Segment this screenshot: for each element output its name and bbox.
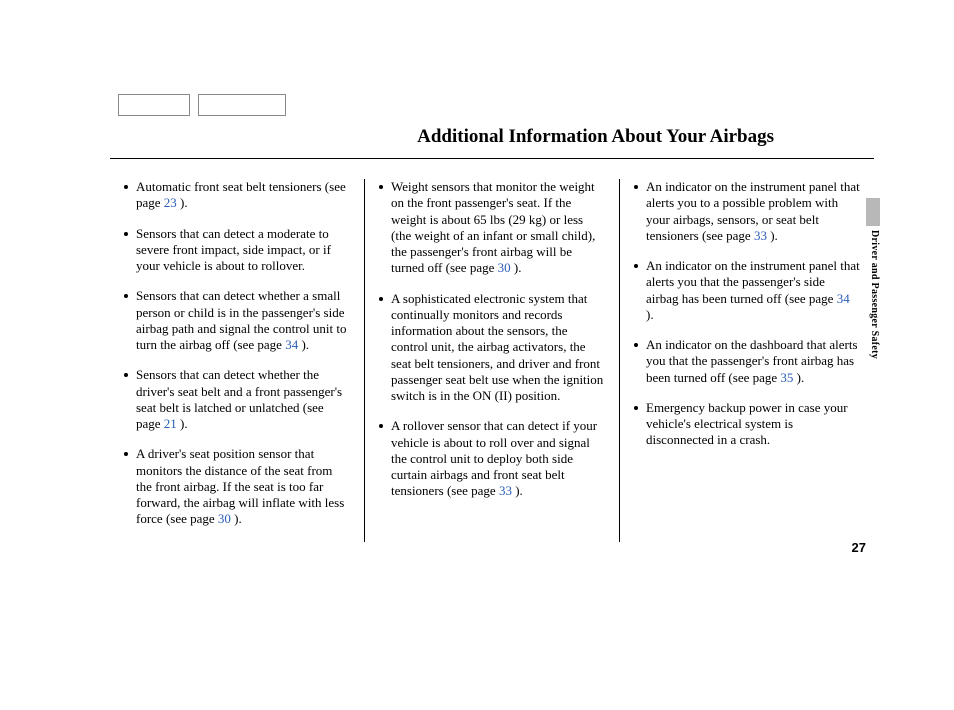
page-number: 27	[852, 540, 866, 555]
item-text-tail: ).	[514, 260, 522, 275]
list-item: Automatic front seat belt tensioners (se…	[124, 179, 350, 212]
item-text: Sensors that can detect whether a small …	[136, 288, 346, 352]
list-item: Sensors that can detect whether a small …	[124, 288, 350, 353]
column-2: Weight sensors that monitor the weight o…	[364, 179, 620, 542]
item-text-tail: ).	[770, 228, 778, 243]
item-text: An indicator on the dashboard that alert…	[646, 337, 858, 385]
page-ref-link[interactable]: 33	[754, 228, 770, 243]
item-text: A sophisticated electronic system that c…	[391, 291, 603, 404]
page-ref-link[interactable]: 30	[498, 260, 514, 275]
list-item: Sensors that can detect whether the driv…	[124, 367, 350, 432]
item-text: Emergency backup power in case your vehi…	[646, 400, 848, 448]
page-ref-link[interactable]: 34	[285, 337, 301, 352]
item-text-tail: ).	[646, 307, 654, 322]
item-text-tail: ).	[180, 416, 188, 431]
heading-rule	[110, 158, 874, 159]
nav-buttons-row	[118, 94, 286, 116]
page-ref-link[interactable]: 35	[780, 370, 796, 385]
list-item: A driver's seat position sensor that mon…	[124, 446, 350, 527]
column-3: An indicator on the instrument panel tha…	[620, 179, 874, 542]
list-item: An indicator on the instrument panel tha…	[634, 179, 860, 244]
list-item: Weight sensors that monitor the weight o…	[379, 179, 605, 277]
item-text: An indicator on the instrument panel tha…	[646, 179, 860, 243]
page-ref-link[interactable]: 33	[499, 483, 515, 498]
nav-button-1[interactable]	[118, 94, 190, 116]
list-item: A rollover sensor that can detect if you…	[379, 418, 605, 499]
page-ref-link[interactable]: 21	[164, 416, 180, 431]
item-text: Weight sensors that monitor the weight o…	[391, 179, 595, 275]
list-item: Sensors that can detect a moderate to se…	[124, 226, 350, 275]
item-text: Sensors that can detect a moderate to se…	[136, 226, 331, 274]
list-item: An indicator on the dashboard that alert…	[634, 337, 860, 386]
page-ref-link[interactable]: 30	[218, 511, 234, 526]
item-text: A rollover sensor that can detect if you…	[391, 418, 597, 498]
item-text: An indicator on the instrument panel tha…	[646, 258, 860, 306]
content-columns: Automatic front seat belt tensioners (se…	[110, 179, 874, 542]
item-text-tail: ).	[797, 370, 805, 385]
page-ref-link[interactable]: 23	[164, 195, 180, 210]
list-item: A sophisticated electronic system that c…	[379, 291, 605, 405]
list-item: Emergency backup power in case your vehi…	[634, 400, 860, 449]
section-label: Driver and Passenger Safety	[869, 230, 880, 359]
list-item: An indicator on the instrument panel tha…	[634, 258, 860, 323]
section-tab-indicator	[866, 198, 880, 226]
page-ref-link[interactable]: 34	[837, 291, 850, 306]
column-1: Automatic front seat belt tensioners (se…	[110, 179, 364, 542]
item-text-tail: ).	[515, 483, 523, 498]
item-text-tail: ).	[301, 337, 309, 352]
item-text-tail: ).	[180, 195, 188, 210]
nav-button-2[interactable]	[198, 94, 286, 116]
item-text-tail: ).	[234, 511, 242, 526]
